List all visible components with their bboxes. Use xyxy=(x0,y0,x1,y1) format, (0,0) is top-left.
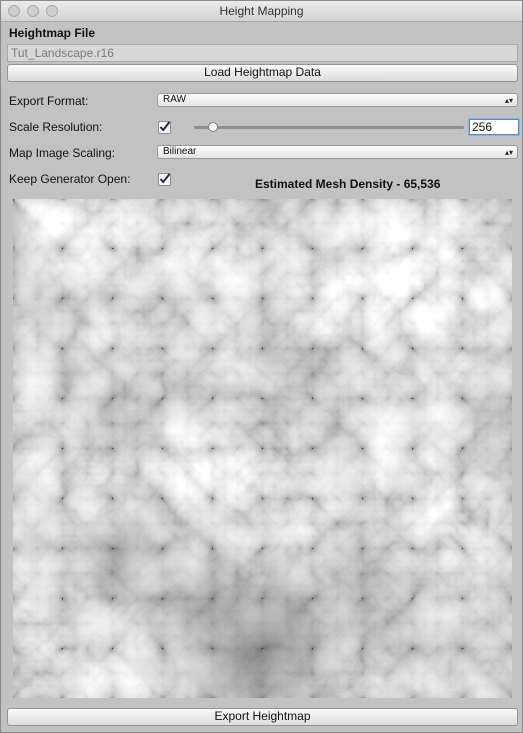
scale-resolution-slider-track[interactable] xyxy=(194,126,464,129)
title-bar: Height Mapping xyxy=(1,1,522,22)
keep-generator-open-checkbox[interactable] xyxy=(158,173,171,186)
heightmap-file-field[interactable]: Tut_Landscape.r16 xyxy=(7,44,518,62)
updown-arrows-icon: ▴▾ xyxy=(504,96,513,105)
load-heightmap-button[interactable]: Load Heightmap Data xyxy=(7,64,518,82)
export-format-dropdown[interactable]: RAW ▴▾ xyxy=(157,93,518,107)
height-mapping-window: Height Mapping Heightmap File Tut_Landsc… xyxy=(0,0,523,733)
export-format-value: RAW xyxy=(163,94,186,105)
updown-arrows-icon: ▴▾ xyxy=(504,148,513,157)
map-image-scaling-dropdown[interactable]: Bilinear ▴▾ xyxy=(157,145,518,159)
window-title: Height Mapping xyxy=(219,4,304,18)
terrain-heightmap-graphic xyxy=(13,199,512,698)
scale-resolution-label: Scale Resolution: xyxy=(9,120,103,134)
scale-resolution-input[interactable]: 256 xyxy=(469,119,519,135)
export-heightmap-button[interactable]: Export Heightmap xyxy=(7,708,518,726)
checkmark-icon xyxy=(159,173,171,184)
export-format-label: Export Format: xyxy=(9,94,89,108)
estimated-mesh-density: Estimated Mesh Density - 65,536 xyxy=(255,177,441,191)
scale-resolution-checkbox[interactable] xyxy=(158,121,171,134)
map-image-scaling-label: Map Image Scaling: xyxy=(9,146,116,160)
heightmap-preview-image xyxy=(13,199,512,698)
keep-generator-open-label: Keep Generator Open: xyxy=(9,172,131,186)
map-image-scaling-value: Bilinear xyxy=(163,146,197,157)
heightmap-file-heading: Heightmap File xyxy=(9,26,96,40)
scale-resolution-slider-thumb[interactable] xyxy=(208,122,218,132)
checkmark-icon xyxy=(159,121,171,132)
